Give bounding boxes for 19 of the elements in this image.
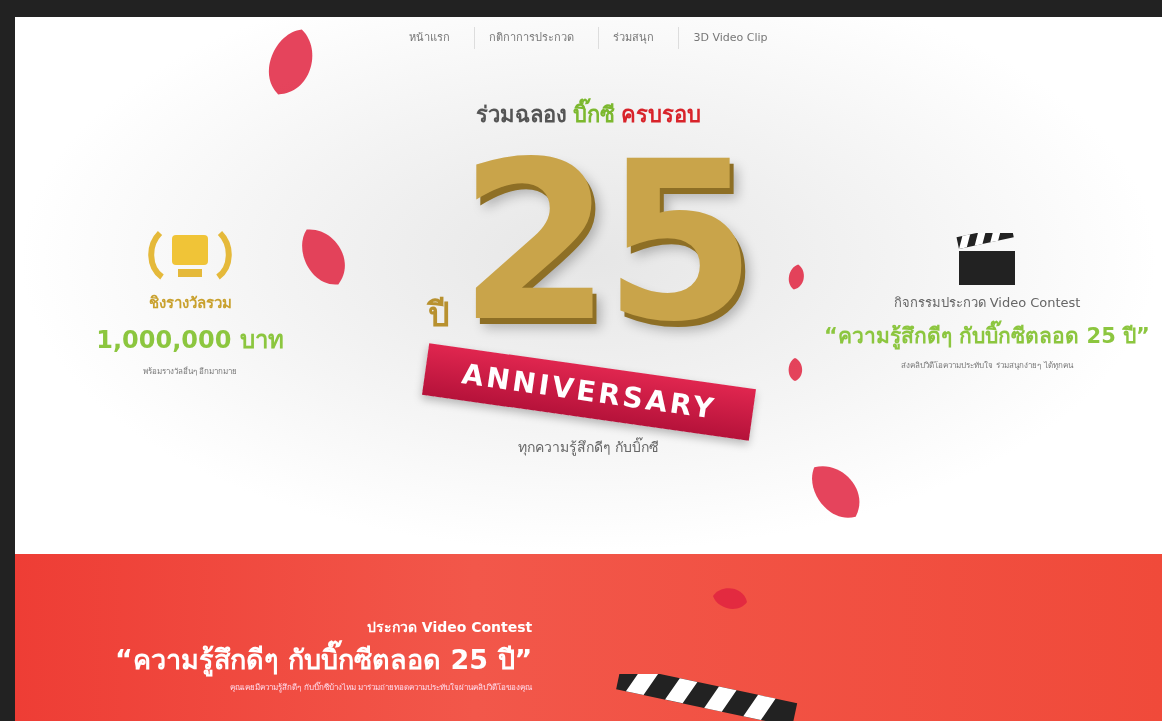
heading-text: ร่วมฉลอง	[476, 100, 567, 129]
heading-text: ครบรอบ	[621, 100, 701, 129]
prize-amount: 1,000,000 บาท	[96, 325, 284, 357]
section-quote: “ความรู้สึกดีๆ กับบิ๊กซีตลอด 25 ปี”	[115, 638, 533, 682]
contest-note: ส่งคลิปวิดีโอความประทับใจ ร่วมสนุกง่ายๆ ได้ทุกคน	[901, 359, 1073, 372]
year-unit: ปี	[428, 293, 451, 337]
nav-link[interactable]: 3D Video Clip	[678, 27, 782, 49]
prize-title: ชิงรางวัลรวม	[148, 293, 232, 315]
heading-text: บิ๊กซี	[573, 96, 615, 132]
nav-link[interactable]: กติกาการประกวด	[474, 27, 589, 49]
section-body: คุณเคยมีความรู้สึกดีๆ กับบิ๊กซีบ้างไหม มาร่วมถ่ายทอดความประทับใจผ่านคลิปวิดีโอของคุณ	[230, 681, 533, 695]
prize-note: พร้อมรางวัลอื่นๆ อีกมากมาย	[142, 365, 238, 378]
contest-quote: “ความรู้สึกดีๆ กับบิ๊กซีตลอด 25 ปี”	[824, 320, 1150, 354]
nav-link[interactable]: ร่วมสนุก	[598, 27, 669, 49]
contest-title: กิจกรรมประกวด Video Contest	[893, 294, 1081, 313]
anniversary-number: 25	[458, 131, 749, 352]
nav-link[interactable]: หน้าแรก	[395, 27, 465, 49]
section-title: ประกวด Video Contest	[366, 618, 533, 637]
tagline: ทุกความรู้สึกดีๆ กับบิ๊กซี	[517, 436, 660, 458]
